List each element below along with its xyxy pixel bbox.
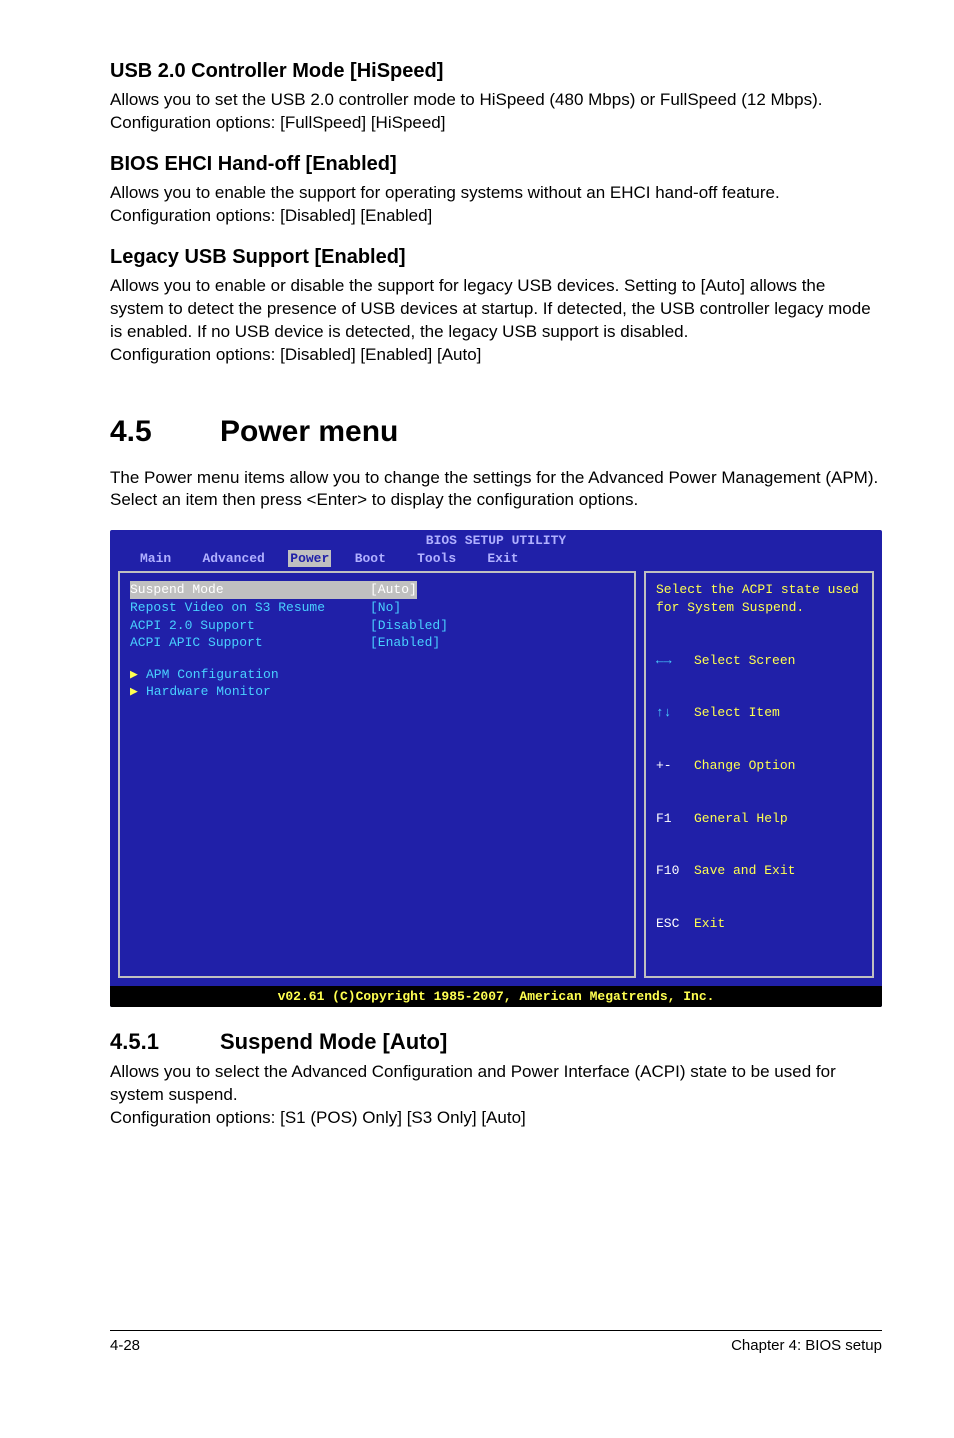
body-legacy-2: Configuration options: [Disabled] [Enabl… bbox=[110, 344, 882, 367]
bios-title: BIOS SETUP UTILITY bbox=[110, 532, 882, 550]
body-legacy-1: Allows you to enable or disable the supp… bbox=[110, 275, 882, 344]
label-apm: APM Configuration bbox=[146, 666, 279, 684]
body-power: The Power menu items allow you to change… bbox=[110, 467, 882, 513]
triangle-right-icon: ▶ bbox=[130, 683, 146, 701]
tab-boot[interactable]: Boot bbox=[331, 550, 417, 568]
value-apic: [Enabled] bbox=[370, 634, 440, 652]
row-hw[interactable]: ▶ Hardware Monitor bbox=[130, 683, 624, 701]
arrows-ud-icon: ↑↓ bbox=[656, 704, 694, 722]
key-f1: F1 bbox=[656, 810, 694, 828]
value-repost: [No] bbox=[370, 599, 401, 617]
page-number: 4-28 bbox=[110, 1337, 140, 1354]
section-title: Power menu bbox=[220, 415, 398, 449]
tab-power[interactable]: Power bbox=[288, 550, 331, 568]
label-apic: ACPI APIC Support bbox=[130, 634, 370, 652]
label-suspend: Suspend Mode bbox=[130, 581, 370, 599]
body-usb20: Allows you to set the USB 2.0 controller… bbox=[110, 89, 882, 135]
row-suspend[interactable]: Suspend Mode [Auto] bbox=[130, 581, 624, 599]
subsection-number: 4.5.1 bbox=[110, 1029, 220, 1055]
section-number: 4.5 bbox=[110, 415, 220, 449]
label-repost: Repost Video on S3 Resume bbox=[130, 599, 370, 617]
label-acpi20: ACPI 2.0 Support bbox=[130, 617, 370, 635]
page-footer: 4-28 Chapter 4: BIOS setup bbox=[110, 1330, 882, 1354]
row-acpi20[interactable]: ACPI 2.0 Support [Disabled] bbox=[130, 617, 624, 635]
row-repost[interactable]: Repost Video on S3 Resume [No] bbox=[130, 599, 624, 617]
chapter-label: Chapter 4: BIOS setup bbox=[731, 1337, 882, 1354]
body-suspend-1: Allows you to select the Advanced Config… bbox=[110, 1061, 882, 1107]
row-apic[interactable]: ACPI APIC Support [Enabled] bbox=[130, 634, 624, 652]
bios-screenshot: BIOS SETUP UTILITY Main Advanced Power B… bbox=[110, 530, 882, 1007]
tab-main[interactable]: Main bbox=[140, 550, 202, 568]
tab-advanced[interactable]: Advanced bbox=[202, 550, 288, 568]
bios-footer: v02.61 (C)Copyright 1985-2007, American … bbox=[110, 986, 882, 1008]
key-f10: F10 bbox=[656, 862, 694, 880]
value-acpi20: [Disabled] bbox=[370, 617, 448, 635]
key-plusminus: +- bbox=[656, 757, 694, 775]
value-suspend: [Auto] bbox=[370, 581, 417, 599]
bios-left-pane: Suspend Mode [Auto] Repost Video on S3 R… bbox=[118, 571, 636, 977]
key-esc: ESC bbox=[656, 915, 694, 933]
tab-exit[interactable]: Exit bbox=[487, 550, 518, 568]
bios-help-pane: Select the ACPI state used for System Su… bbox=[644, 571, 874, 977]
arrows-lr-icon: ←→ bbox=[656, 652, 694, 670]
heading-legacy: Legacy USB Support [Enabled] bbox=[110, 246, 882, 269]
bios-tabs: Main Advanced Power Boot Tools Exit bbox=[110, 550, 882, 572]
help-text: Select the ACPI state used for System Su… bbox=[656, 581, 862, 616]
heading-usb20: USB 2.0 Controller Mode [HiSpeed] bbox=[110, 60, 882, 83]
body-suspend-2: Configuration options: [S1 (POS) Only] [… bbox=[110, 1107, 882, 1130]
subsection-title: Suspend Mode [Auto] bbox=[220, 1029, 447, 1055]
row-apm[interactable]: ▶ APM Configuration bbox=[130, 666, 624, 684]
heading-ehci: BIOS EHCI Hand-off [Enabled] bbox=[110, 153, 882, 176]
label-hw: Hardware Monitor bbox=[146, 683, 271, 701]
tab-tools[interactable]: Tools bbox=[417, 550, 487, 568]
help-keys: ←→Select Screen ↑↓Select Item +-Change O… bbox=[656, 617, 862, 968]
triangle-right-icon: ▶ bbox=[130, 666, 146, 684]
body-ehci: Allows you to enable the support for ope… bbox=[110, 182, 882, 228]
